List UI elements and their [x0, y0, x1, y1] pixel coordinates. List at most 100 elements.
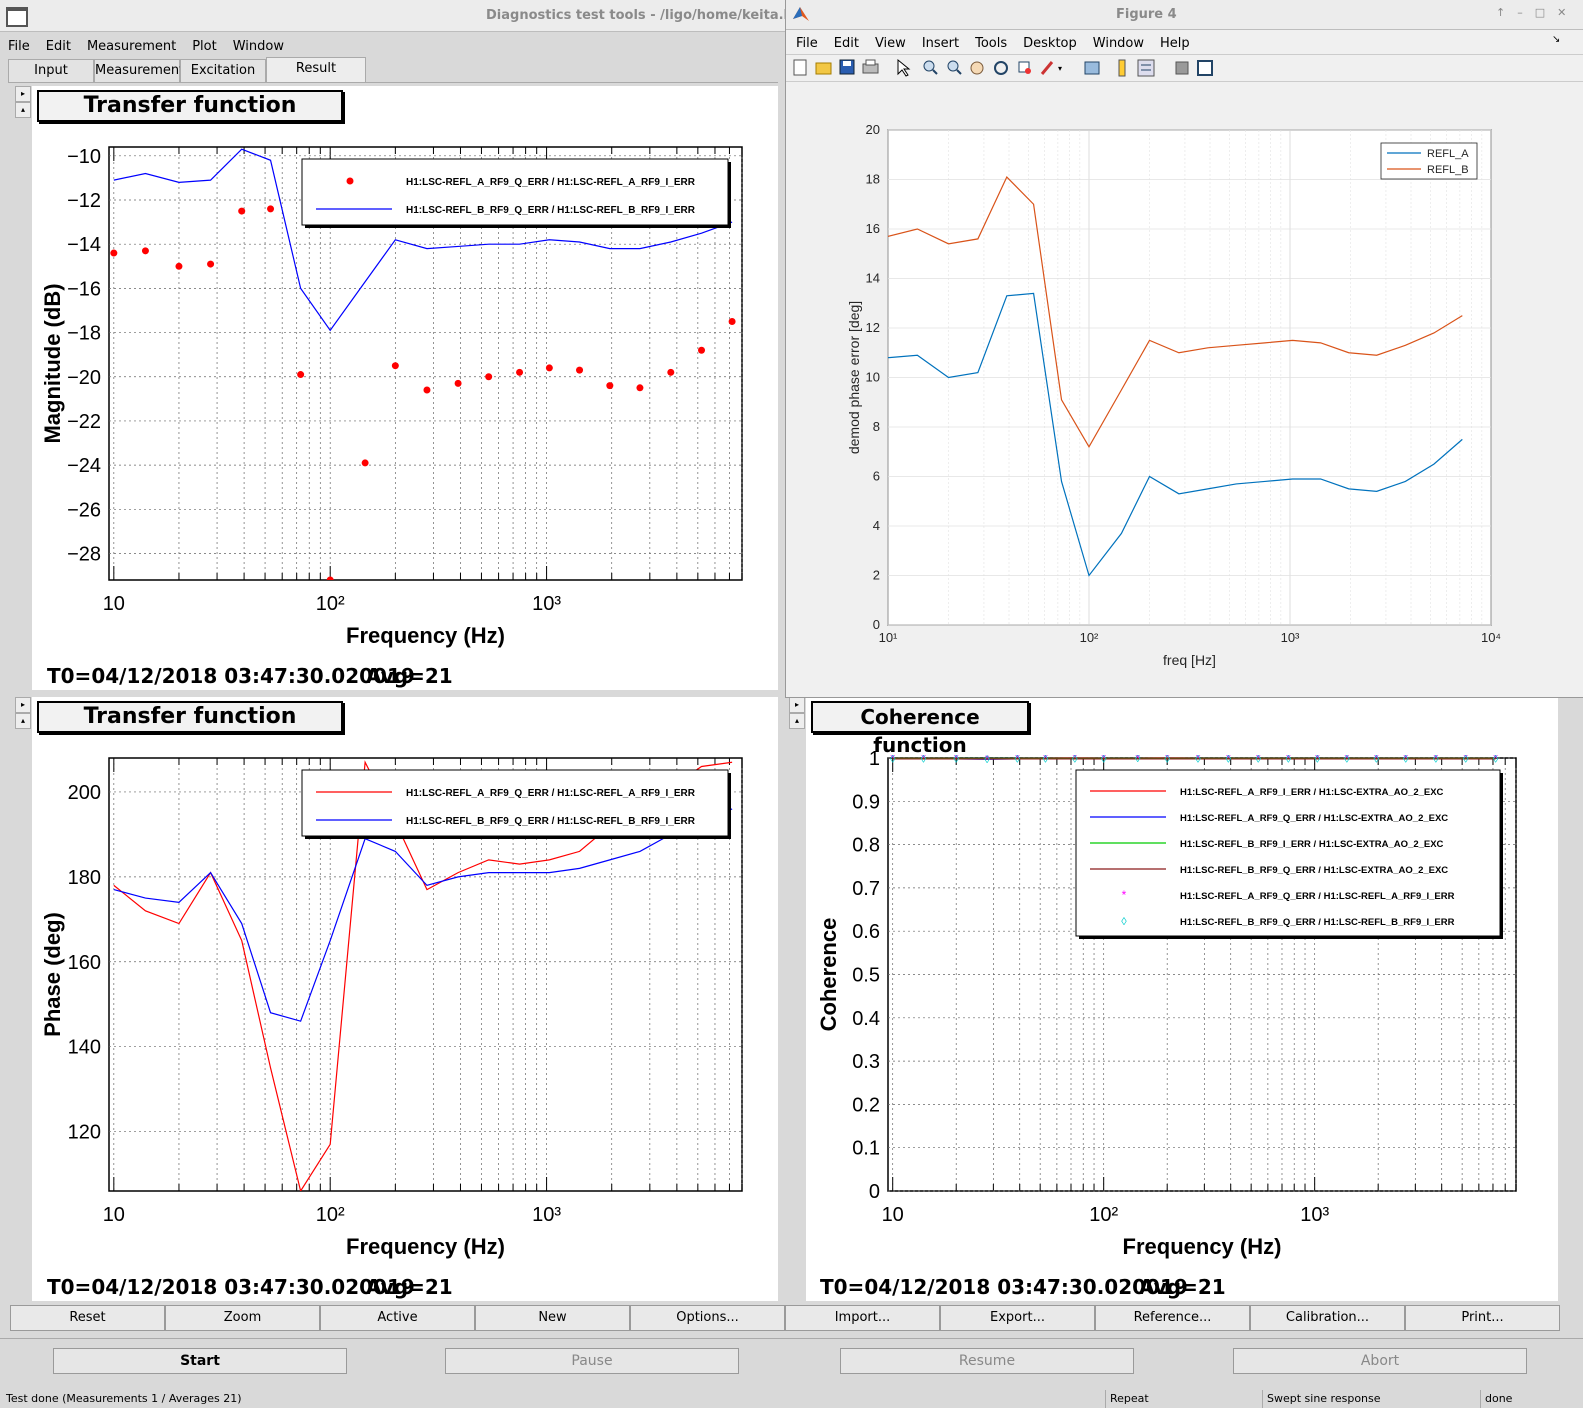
fig-menu-file[interactable]: File: [796, 36, 818, 51]
options-button[interactable]: Options...: [630, 1305, 785, 1331]
dock-arrow-icon[interactable]: ↘: [1552, 34, 1560, 45]
figure-menubar: File Edit View Insert Tools Desktop Window Help: [796, 32, 1566, 52]
zoom-button[interactable]: Zoom: [165, 1305, 320, 1331]
x-tick-label: 10²: [1089, 1204, 1118, 1226]
coherence-chart[interactable]: 0 0.1 0.2 0.3 0.4 0.5 0.6 0.7 0.8 0.9 1 10 10² 10³ Fre…: [806, 697, 1558, 1301]
print-icon[interactable]: [862, 59, 879, 74]
y-tick-label: 20: [866, 122, 880, 137]
status-state: done: [1480, 1390, 1583, 1408]
y-tick-label: 140: [68, 1037, 101, 1059]
data-point: ◊: [1463, 753, 1469, 765]
y-tick-label: 10: [866, 370, 880, 385]
legend-icon[interactable]: [1137, 59, 1155, 77]
panel-collapse-arrow[interactable]: ▴: [789, 713, 805, 729]
data-point: ◊: [1433, 753, 1439, 765]
legend-label: H1:LSC-REFL_B_RF9_Q_ERR / H1:LSC-REFL_B_…: [406, 816, 696, 827]
svg-text:▾: ▾: [1058, 64, 1062, 73]
reference-button[interactable]: Reference...: [1095, 1305, 1250, 1331]
phase-error-chart[interactable]: 0246810121416182010¹ 10² 10³ 10⁴freq [Hz]de…: [786, 82, 1583, 694]
fig-menu-view[interactable]: View: [875, 36, 906, 51]
magnitude-chart[interactable]: −10 −12 −14 −16 −18 −20 −22 −24 −26 −28 10 10² 10³ Fr…: [32, 86, 778, 690]
start-button[interactable]: Start: [53, 1348, 347, 1374]
hide-plot-tools-icon[interactable]: [1175, 61, 1189, 75]
tab-measurement[interactable]: Measurement: [94, 59, 184, 82]
new-figure-icon[interactable]: [793, 59, 807, 76]
y-axis-label: Phase (deg): [40, 912, 65, 1037]
minimize-icon[interactable]: –: [1517, 6, 1523, 19]
save-icon[interactable]: [839, 59, 855, 75]
matlab-logo-icon: [792, 5, 810, 23]
panel-expand-arrow[interactable]: ▸: [15, 697, 31, 713]
menu-file[interactable]: File: [8, 39, 30, 54]
y-tick-label: 0.5: [852, 965, 880, 987]
x-tick-label: 10: [882, 1204, 904, 1226]
pin-icon[interactable]: ↑: [1496, 6, 1505, 19]
calibration-button[interactable]: Calibration...: [1250, 1305, 1405, 1331]
link-plot-icon[interactable]: [1084, 61, 1100, 75]
x-tick-label: 10³: [1281, 630, 1300, 645]
reset-button[interactable]: Reset: [10, 1305, 165, 1331]
zoom-in-icon[interactable]: [923, 60, 938, 75]
close-icon[interactable]: ✕: [1557, 6, 1566, 19]
data-point: ◊: [1043, 753, 1049, 765]
y-tick-label: −18: [67, 323, 101, 345]
data-point: [728, 318, 736, 326]
menu-measurement[interactable]: Measurement: [87, 39, 176, 54]
tab-excitation[interactable]: Excitation: [180, 59, 266, 82]
data-point: ◊: [921, 753, 927, 765]
data-point: ◊: [1403, 753, 1409, 765]
panel-expand-arrow[interactable]: ▸: [789, 697, 805, 713]
active-button[interactable]: Active: [320, 1305, 475, 1331]
legend-marker: ◊: [1121, 916, 1127, 928]
colorbar-icon[interactable]: [1118, 59, 1126, 77]
phase-chart[interactable]: 120 140 160 180 200 10 10² 10³ Frequency (Hz) Pha…: [32, 697, 778, 1301]
data-point: [175, 262, 183, 270]
y-tick-label: 0.8: [852, 835, 880, 857]
figure-window: Figure 4 ↑ – □ ✕ File Edit View Insert Tools Des…: [785, 0, 1583, 698]
data-point: [423, 386, 431, 394]
show-plot-tools-icon[interactable]: [1197, 60, 1213, 76]
legend-label: H1:LSC-REFL_B_RF9_Q_ERR / H1:LSC-EXTRA_A…: [1180, 865, 1448, 876]
x-axis-label: Frequency (Hz): [346, 623, 505, 648]
fig-menu-help[interactable]: Help: [1160, 36, 1190, 51]
open-file-icon[interactable]: [815, 62, 832, 75]
rotate-icon[interactable]: [994, 61, 1008, 75]
menu-window[interactable]: Window: [233, 39, 284, 54]
window-menu-icon[interactable]: [6, 7, 28, 27]
panel-collapse-arrow[interactable]: ▴: [15, 713, 31, 729]
resume-button[interactable]: Resume: [840, 1348, 1134, 1374]
brush-icon[interactable]: ▾: [1040, 61, 1062, 75]
maximize-icon[interactable]: □: [1535, 6, 1545, 19]
tab-result[interactable]: Result: [266, 57, 366, 82]
data-point: ◊: [1315, 753, 1321, 765]
legend-marker: *: [1122, 888, 1127, 902]
print-button[interactable]: Print...: [1405, 1305, 1560, 1331]
fig-menu-window[interactable]: Window: [1093, 36, 1144, 51]
data-point: [326, 576, 334, 580]
new-button[interactable]: New: [475, 1305, 630, 1331]
x-tick-label: 10²: [316, 1204, 345, 1226]
tab-input[interactable]: Input: [8, 59, 94, 82]
export-button[interactable]: Export...: [940, 1305, 1095, 1331]
panel-collapse-arrow[interactable]: ▴: [15, 102, 31, 118]
fig-menu-desktop[interactable]: Desktop: [1023, 36, 1077, 51]
pause-button[interactable]: Pause: [445, 1348, 739, 1374]
y-tick-label: 0: [869, 1181, 880, 1203]
panel-expand-arrow[interactable]: ▸: [15, 86, 31, 102]
menu-plot[interactable]: Plot: [192, 39, 217, 54]
x-tick-label: 10²: [316, 593, 345, 615]
data-point: [454, 379, 462, 387]
fig-menu-insert[interactable]: Insert: [922, 36, 959, 51]
fig-menu-edit[interactable]: Edit: [834, 36, 859, 51]
data-cursor-icon[interactable]: [1018, 61, 1031, 74]
magnitude-t0: T0=04/12/2018 03:47:30.020019: [47, 664, 415, 688]
coherence-avg: Avg=21: [1139, 1275, 1226, 1299]
fig-menu-tools[interactable]: Tools: [975, 36, 1007, 51]
pan-icon[interactable]: [970, 61, 984, 75]
pointer-icon[interactable]: [897, 58, 911, 77]
abort-button[interactable]: Abort: [1233, 1348, 1527, 1374]
data-point: [485, 373, 493, 381]
zoom-out-icon[interactable]: [947, 60, 962, 75]
menu-edit[interactable]: Edit: [46, 39, 71, 54]
import-button[interactable]: Import...: [785, 1305, 940, 1331]
